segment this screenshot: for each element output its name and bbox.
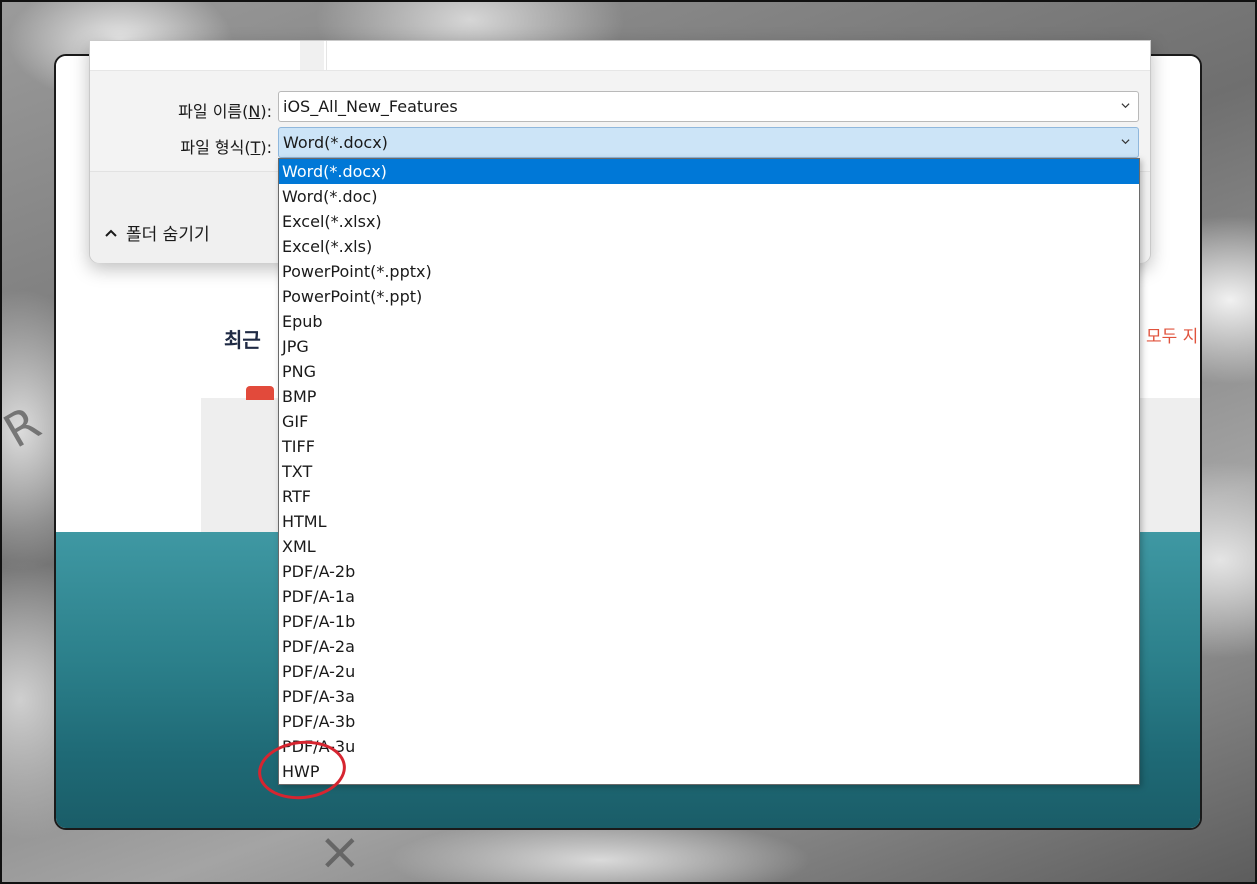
dropdown-option[interactable]: HTML: [279, 509, 1139, 534]
dropdown-option[interactable]: Word(*.docx): [279, 159, 1139, 184]
dropdown-option[interactable]: Excel(*.xlsx): [279, 209, 1139, 234]
dropdown-option[interactable]: TXT: [279, 459, 1139, 484]
dropdown-option[interactable]: PDF/A-2u: [279, 659, 1139, 684]
dropdown-option[interactable]: PDF/A-2b: [279, 559, 1139, 584]
dropdown-option[interactable]: XML: [279, 534, 1139, 559]
dropdown-option[interactable]: PNG: [279, 359, 1139, 384]
nav-scroll-gutter: [300, 41, 324, 71]
hide-folders-button[interactable]: 폴더 숨기기: [104, 220, 210, 245]
file-list-pane: [326, 41, 1149, 71]
filename-label: 파일 이름(N):: [178, 102, 272, 121]
dropdown-option[interactable]: PDF/A-3b: [279, 709, 1139, 734]
dropdown-option[interactable]: RTF: [279, 484, 1139, 509]
dropdown-option[interactable]: JPG: [279, 334, 1139, 359]
recent-title: 최근: [224, 328, 261, 352]
filetype-value: Word(*.docx): [283, 133, 388, 152]
dropdown-option[interactable]: PDF/A-1a: [279, 584, 1139, 609]
dropdown-option[interactable]: PowerPoint(*.ppt): [279, 284, 1139, 309]
dropdown-option[interactable]: TIFF: [279, 434, 1139, 459]
divider: [90, 70, 1150, 71]
chevron-down-icon[interactable]: [1121, 137, 1130, 146]
filetype-dropdown-list[interactable]: Word(*.docx) Word(*.doc) Excel(*.xlsx) Exce…: [278, 158, 1140, 785]
dropdown-option[interactable]: PDF/A-2a: [279, 634, 1139, 659]
chevron-down-icon[interactable]: [1121, 101, 1130, 110]
dropdown-option[interactable]: PDF/A-3a: [279, 684, 1139, 709]
chevron-up-icon: [105, 229, 117, 237]
dropdown-option[interactable]: GIF: [279, 409, 1139, 434]
dropdown-option[interactable]: PowerPoint(*.pptx): [279, 259, 1139, 284]
dropdown-option[interactable]: PDF/A-3u: [279, 734, 1139, 759]
filename-value: iOS_All_New_Features: [283, 97, 458, 116]
dropdown-option[interactable]: PDF/A-1b: [279, 609, 1139, 634]
dropdown-option[interactable]: HWP: [279, 759, 1139, 784]
file-icon: [246, 386, 274, 400]
filetype-label: 파일 형식(T):: [180, 138, 272, 157]
delete-all-link[interactable]: 모두 지: [1146, 322, 1198, 347]
app-panel-left: [56, 398, 201, 532]
keycap-glyph: R: [0, 395, 50, 459]
dropdown-option[interactable]: Excel(*.xls): [279, 234, 1139, 259]
filename-input[interactable]: iOS_All_New_Features: [278, 91, 1139, 122]
dropdown-option[interactable]: Epub: [279, 309, 1139, 334]
dropdown-option[interactable]: Word(*.doc): [279, 184, 1139, 209]
dropdown-option[interactable]: BMP: [279, 384, 1139, 409]
file-list-area: [90, 41, 1150, 71]
keycap-glyph: ×: [318, 822, 362, 882]
filetype-select[interactable]: Word(*.docx): [278, 127, 1139, 158]
hide-folders-label: 폴더 숨기기: [126, 225, 210, 245]
